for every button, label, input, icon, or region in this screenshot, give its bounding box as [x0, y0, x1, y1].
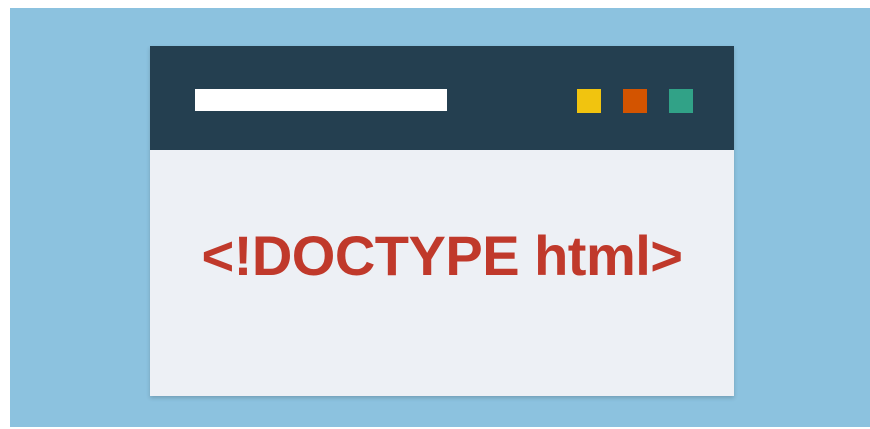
- maximize-button[interactable]: [623, 89, 647, 113]
- window-titlebar: [150, 46, 734, 150]
- window-content: <!DOCTYPE html>: [150, 150, 734, 396]
- doctype-text: <!DOCTYPE html>: [201, 224, 683, 287]
- address-bar[interactable]: [195, 89, 447, 111]
- close-button[interactable]: [669, 89, 693, 113]
- browser-window: <!DOCTYPE html>: [150, 46, 734, 396]
- minimize-button[interactable]: [577, 89, 601, 113]
- window-controls: [577, 89, 697, 113]
